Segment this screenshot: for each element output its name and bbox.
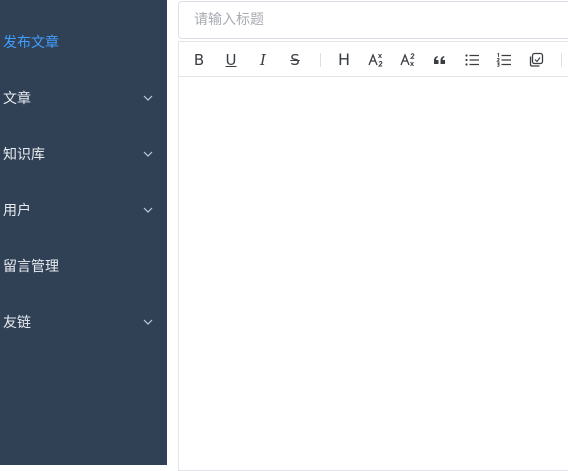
menu-label: 文章 [3, 91, 31, 107]
strikethrough-button[interactable]: S [285, 50, 305, 70]
menu-label: 发布文章 [3, 35, 59, 51]
subscript-button[interactable] [366, 50, 386, 70]
menu-label: 留言管理 [3, 259, 59, 275]
ordered-list-icon [496, 52, 511, 67]
bold-icon: B [193, 50, 205, 69]
quote-button[interactable] [430, 50, 450, 70]
menu-item-publish-article[interactable]: 发布文章 [0, 14, 167, 70]
subscript-icon [368, 53, 383, 67]
toolbar-divider [561, 53, 562, 67]
menu-label: 友链 [3, 315, 31, 331]
superscript-button[interactable] [398, 50, 418, 70]
menu-item-articles[interactable]: 文章 [0, 70, 167, 126]
copy-icon [529, 52, 544, 67]
chevron-down-icon [143, 207, 153, 213]
main-content: B U I S H [167, 0, 568, 471]
quote-icon [434, 56, 445, 64]
editor-toolbar: B U I S H [179, 42, 568, 77]
menu-label: 知识库 [3, 147, 45, 163]
heading-button[interactable]: H [334, 50, 354, 70]
menu-item-users[interactable]: 用户 [0, 182, 167, 238]
menu-label: 用户 [3, 203, 31, 219]
menu-item-knowledge-base[interactable]: 知识库 [0, 126, 167, 182]
chevron-down-icon [143, 95, 153, 101]
bullet-list-button[interactable] [462, 50, 482, 70]
bold-button[interactable]: B [189, 50, 209, 70]
strikethrough-icon: S [290, 50, 300, 69]
italic-button[interactable]: I [253, 50, 273, 70]
heading-icon: H [337, 50, 351, 69]
chevron-down-icon [143, 319, 153, 325]
italic-icon: I [260, 50, 266, 69]
copy-button[interactable] [526, 50, 546, 70]
superscript-icon [400, 53, 415, 67]
ordered-list-button[interactable] [494, 50, 514, 70]
chevron-down-icon [143, 151, 153, 157]
bullet-list-icon [465, 54, 479, 66]
underline-icon: U [225, 50, 237, 69]
sidebar: 发布文章 文章 知识库 用户 留言管理 友链 [0, 0, 167, 465]
menu-item-comments[interactable]: 留言管理 [0, 238, 167, 294]
toolbar-divider [320, 53, 321, 67]
title-input[interactable] [178, 1, 568, 39]
menu-item-friend-links[interactable]: 友链 [0, 294, 167, 350]
markdown-editor: B U I S H [178, 41, 568, 471]
underline-button[interactable]: U [221, 50, 241, 70]
